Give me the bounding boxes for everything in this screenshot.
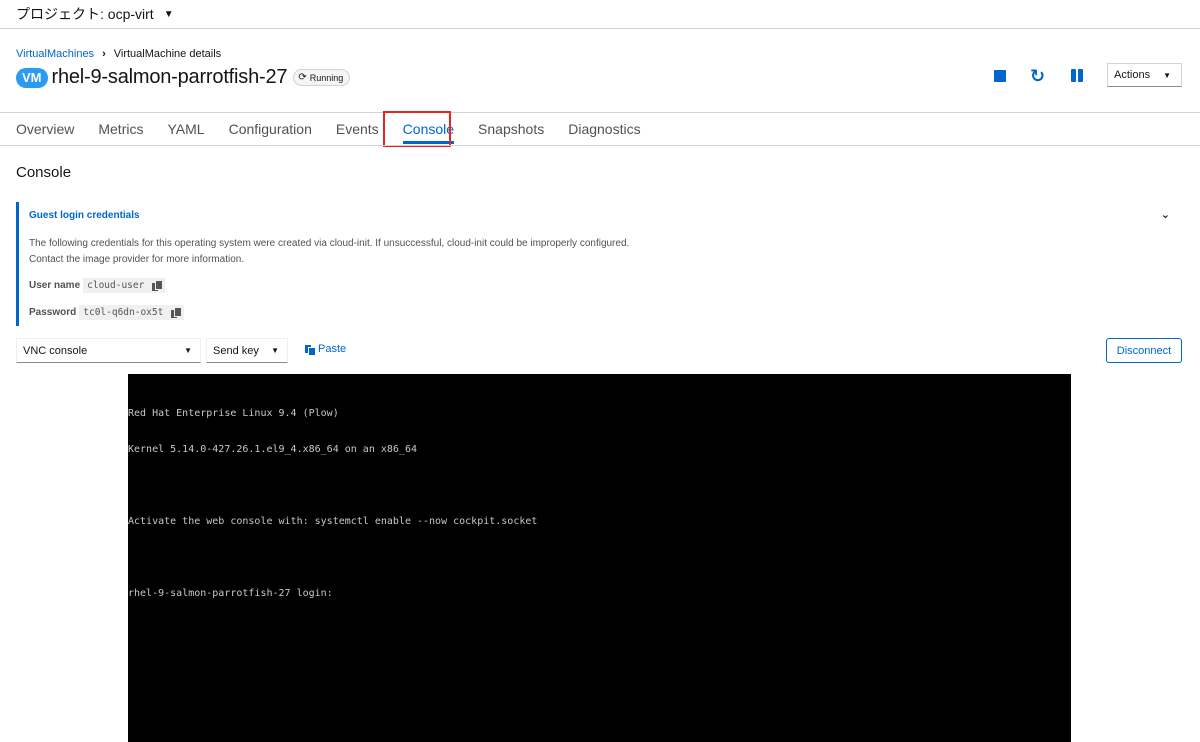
caret-down-icon: ▼ bbox=[271, 346, 279, 355]
pause-button[interactable] bbox=[1069, 68, 1085, 84]
terminal-line: Kernel 5.14.0-427.26.1.el9_4.x86_64 on a… bbox=[128, 444, 417, 455]
tab-events[interactable]: Events bbox=[336, 113, 379, 145]
credentials-toggle[interactable]: Guest login credentials bbox=[29, 210, 140, 221]
terminal-line: Red Hat Enterprise Linux 9.4 (Plow) bbox=[128, 408, 339, 419]
password-label: Password bbox=[29, 307, 77, 318]
status-label: Running bbox=[309, 72, 344, 83]
terminal-line: rhel-9-salmon-parrotfish-27 login: bbox=[128, 588, 333, 599]
description-line: The following credentials for this opera… bbox=[29, 238, 630, 249]
console-type-select[interactable]: VNC console ▼ bbox=[16, 338, 201, 363]
tab-configuration[interactable]: Configuration bbox=[229, 113, 312, 145]
password-value: tc0l-q6dn-ox5t bbox=[83, 307, 164, 318]
guest-credentials-panel: Guest login credentials ⌄ The following … bbox=[16, 202, 1182, 326]
paste-label: Paste bbox=[318, 343, 347, 355]
stop-button[interactable] bbox=[992, 68, 1008, 84]
caret-down-icon: ▼ bbox=[163, 8, 174, 20]
restart-icon: ↻ bbox=[1030, 66, 1046, 86]
restart-button[interactable]: ↻ bbox=[1030, 66, 1046, 86]
username-value: cloud-user bbox=[87, 280, 145, 291]
password-value-box: tc0l-q6dn-ox5t bbox=[79, 305, 185, 320]
project-label: プロジェクト: ocp-virt bbox=[16, 6, 154, 22]
divider bbox=[0, 28, 1200, 29]
send-key-label: Send key bbox=[213, 344, 259, 357]
breadcrumb-link-virtualmachines[interactable]: VirtualMachines bbox=[16, 48, 94, 60]
caret-down-icon: ▼ bbox=[1163, 70, 1171, 80]
vnc-console-screen[interactable]: Red Hat Enterprise Linux 9.4 (Plow) Kern… bbox=[128, 374, 1071, 742]
pause-icon bbox=[1071, 69, 1076, 82]
username-value-box: cloud-user bbox=[83, 278, 166, 293]
tab-diagnostics[interactable]: Diagnostics bbox=[568, 113, 640, 145]
credentials-description: The following credentials for this opera… bbox=[29, 236, 629, 268]
copy-icon[interactable] bbox=[171, 307, 182, 318]
status-badge: ⟳ Running bbox=[293, 69, 351, 86]
description-line: Contact the image provider for more info… bbox=[29, 254, 245, 265]
username-label: User name bbox=[29, 280, 81, 291]
paste-button[interactable]: Paste bbox=[305, 343, 346, 355]
breadcrumb: VirtualMachines › VirtualMachine details bbox=[16, 48, 221, 60]
project-selector[interactable]: プロジェクト: ocp-virt ▼ bbox=[0, 0, 1200, 28]
chevron-right-icon: › bbox=[102, 48, 106, 60]
caret-down-icon: ▼ bbox=[184, 346, 192, 355]
paste-icon bbox=[305, 344, 315, 355]
terminal-line: Activate the web console with: systemctl… bbox=[128, 516, 538, 527]
actions-label: Actions bbox=[1114, 69, 1151, 81]
chevron-down-icon[interactable]: ⌄ bbox=[1161, 208, 1170, 221]
disconnect-button[interactable]: Disconnect bbox=[1106, 338, 1182, 363]
tab-overview[interactable]: Overview bbox=[16, 113, 74, 145]
actions-dropdown[interactable]: Actions ▼ bbox=[1107, 63, 1182, 87]
copy-icon[interactable] bbox=[152, 280, 163, 291]
password-row: Password tc0l-q6dn-ox5t bbox=[29, 305, 185, 320]
divider bbox=[0, 145, 1200, 146]
section-title: Console bbox=[16, 164, 72, 181]
tab-snapshots[interactable]: Snapshots bbox=[478, 113, 544, 145]
stop-icon bbox=[994, 70, 1006, 82]
username-row: User name cloud-user bbox=[29, 278, 166, 293]
sync-icon: ⟳ bbox=[298, 72, 307, 83]
tab-metrics[interactable]: Metrics bbox=[98, 113, 143, 145]
vm-badge: VM bbox=[16, 67, 48, 88]
tab-yaml[interactable]: YAML bbox=[167, 113, 204, 145]
send-key-select[interactable]: Send key ▼ bbox=[206, 338, 288, 363]
breadcrumb-current: VirtualMachine details bbox=[113, 48, 222, 60]
tab-bar: Overview Metrics YAML Configuration Even… bbox=[16, 113, 665, 145]
page-title-row: VM rhel-9-salmon-parrotfish-27 ⟳ Running bbox=[16, 66, 351, 89]
tab-highlight-box bbox=[383, 111, 451, 147]
console-type-value: VNC console bbox=[23, 344, 88, 357]
page-title: rhel-9-salmon-parrotfish-27 bbox=[51, 66, 288, 88]
